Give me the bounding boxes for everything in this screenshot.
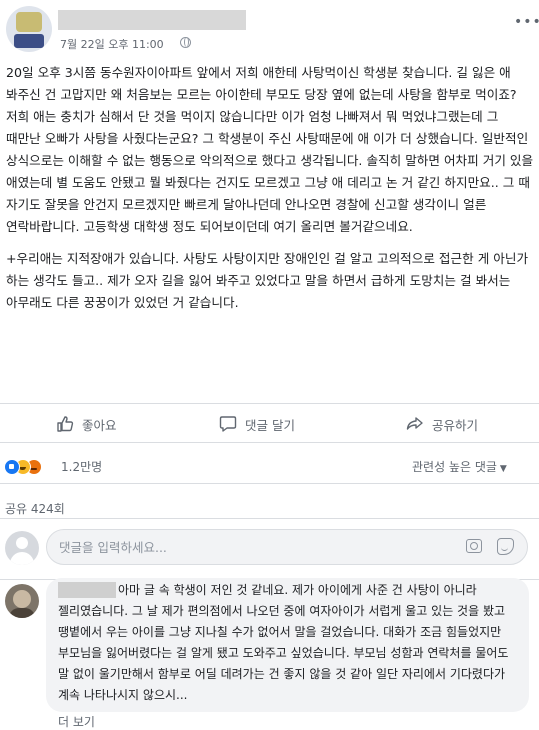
comment-composer	[0, 518, 539, 580]
author-name-redacted[interactable]	[58, 10, 246, 30]
comment-sort-dropdown[interactable]: 관련성 높은 댓글 ▼	[412, 458, 507, 475]
share-icon	[406, 417, 423, 430]
share-button[interactable]: 공유하기	[406, 404, 478, 444]
share-label: 공유하기	[432, 417, 479, 433]
post-header: 7월 22일 오후 11:00 •••	[0, 0, 539, 58]
more-options-icon[interactable]: •••	[514, 14, 539, 30]
author-avatar[interactable]	[6, 6, 52, 52]
comment-item: 아마 글 속 학생이 저인 것 같네요. 제가 아이에게 사준 건 사탕이 아니…	[0, 578, 539, 730]
commenter-avatar[interactable]	[5, 584, 39, 618]
post-paragraph: 20일 오후 3시쯤 동수원자이아파트 앞에서 저희 애한테 사탕먹이신 학생분…	[6, 65, 534, 234]
globe-icon	[180, 37, 191, 48]
comment-text: 아마 글 속 학생이 저인 것 같네요. 제가 아이에게 사준 건 사탕이 아니…	[58, 583, 509, 702]
thumbs-up-icon	[57, 416, 74, 432]
like-button[interactable]: 좋아요	[56, 404, 117, 444]
comment-icon	[219, 416, 237, 432]
current-user-avatar	[5, 531, 39, 565]
like-reaction-icon	[4, 459, 20, 475]
caret-down-icon: ▼	[499, 464, 507, 474]
see-more-link[interactable]: 더 보기	[58, 713, 95, 730]
post-timestamp[interactable]: 7월 22일 오후 11:00	[60, 36, 164, 52]
comment-button[interactable]: 댓글 달기	[219, 404, 295, 444]
share-count[interactable]: 공유 424회	[5, 500, 65, 517]
reaction-count[interactable]: 1.2만명	[61, 458, 102, 475]
comment-input[interactable]	[46, 529, 528, 565]
post-body: 20일 오후 3시쯤 동수원자이아파트 앞에서 저희 애한테 사탕먹이신 학생분…	[6, 62, 534, 314]
comment-label: 댓글 달기	[245, 417, 295, 433]
like-label: 좋아요	[82, 417, 117, 433]
post-stats: 1.2만명 관련성 높은 댓글 ▼	[0, 450, 539, 484]
post-paragraph: +우리애는 지적장애가 있습니다. 사탕도 사탕이지만 장애인인 걸 알고 고의…	[6, 251, 529, 310]
action-bar: 좋아요 댓글 달기 공유하기	[0, 403, 539, 443]
camera-icon[interactable]	[466, 539, 482, 553]
comment-sort-label: 관련성 높은 댓글	[412, 460, 497, 474]
